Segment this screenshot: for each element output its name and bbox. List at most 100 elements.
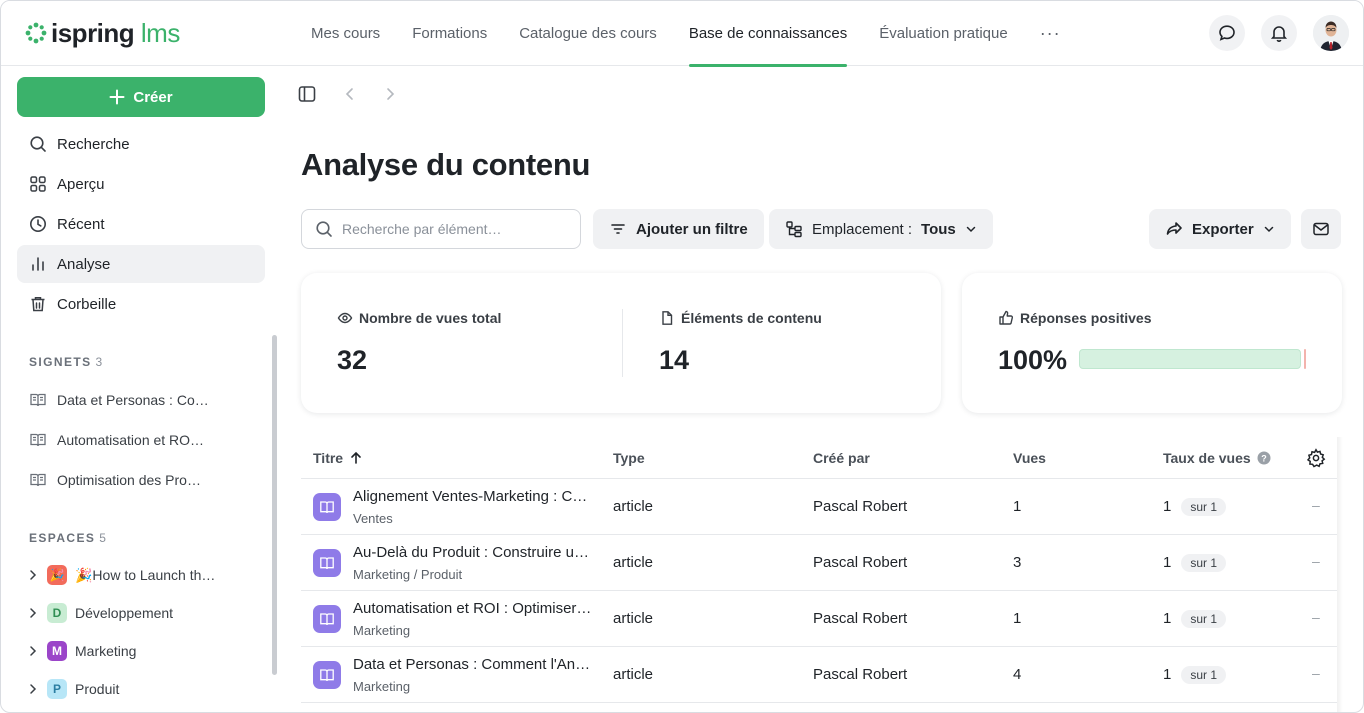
sidebar-item-apercu[interactable]: Aperçu [17, 165, 265, 203]
eye-icon [337, 312, 353, 324]
sidebar-item-analyse[interactable]: Analyse [17, 245, 265, 283]
avatar[interactable] [1313, 15, 1349, 51]
folder-tree-icon [786, 221, 802, 238]
space-item-marketing[interactable]: M Marketing [27, 640, 136, 662]
rate-total-badge: sur 1 [1181, 666, 1227, 684]
table-row[interactable]: Automatisation et ROI : Optimiser … Mark… [301, 591, 1337, 647]
nav-formations[interactable]: Formations [396, 1, 503, 66]
row-author: Pascal Robert [813, 610, 908, 627]
party-popper-icon: 🎉 [47, 565, 67, 585]
views-stat-label: Nombre de vues total [337, 310, 501, 326]
sidebar-item-recent[interactable]: Récent [17, 205, 265, 243]
column-views[interactable]: Vues [1013, 450, 1046, 466]
rate-total-badge: sur 1 [1181, 610, 1227, 628]
sort-ascending-icon [351, 451, 361, 464]
row-title[interactable]: Alignement Ventes-Marketing : C… [353, 488, 593, 505]
sidebar-item-label: Récent [57, 215, 105, 233]
sidebar-toggle-icon[interactable] [297, 84, 317, 104]
row-title[interactable]: Automatisation et ROI : Optimiser … [353, 600, 593, 617]
stats-card: Nombre de vues total 32 Éléments de cont… [301, 273, 941, 413]
row-type: article [613, 610, 654, 627]
book-icon [30, 433, 46, 447]
top-actions [1209, 15, 1349, 51]
row-type: article [613, 666, 654, 683]
column-view-rate[interactable]: Taux de vues ? [1163, 450, 1271, 466]
row-title[interactable]: Au-Delà du Produit : Construire un… [353, 544, 593, 561]
sidebar-item-label: Recherche [57, 135, 130, 153]
space-badge: M [47, 641, 67, 661]
sidebar-menu: Recherche Aperçu Récent Analyse Corbeill… [17, 125, 265, 325]
row-type: article [613, 554, 654, 571]
nav-evaluation-pratique[interactable]: Évaluation pratique [863, 1, 1023, 66]
chevron-right-icon[interactable] [383, 87, 397, 101]
add-filter-label: Ajouter un filtre [636, 220, 748, 238]
location-dropdown[interactable]: Emplacement : Tous [769, 209, 993, 249]
bookmark-item[interactable]: Optimisation des Pro… [29, 470, 201, 490]
chevron-right-icon[interactable] [27, 607, 39, 619]
create-button[interactable]: Créer [17, 77, 265, 117]
chevron-right-icon[interactable] [27, 645, 39, 657]
column-type[interactable]: Type [613, 450, 645, 466]
row-author: Pascal Robert [813, 666, 908, 683]
email-report-button[interactable] [1301, 209, 1341, 249]
nav-base-connaissances[interactable]: Base de connaissances [673, 1, 863, 67]
table-row[interactable]: Au-Delà du Produit : Construire un… Mark… [301, 535, 1337, 591]
filter-icon [611, 224, 625, 234]
bookmark-item[interactable]: Automatisation et RO… [29, 430, 204, 450]
row-location: Ventes [353, 511, 393, 526]
sidebar-item-recherche[interactable]: Recherche [17, 125, 265, 163]
items-stat-label: Éléments de contenu [659, 310, 822, 326]
space-label: Développement [75, 605, 174, 621]
nav-catalogue[interactable]: Catalogue des cours [503, 1, 673, 66]
space-item-developpement[interactable]: D Développement [27, 602, 173, 624]
chat-button[interactable] [1209, 15, 1245, 51]
search-input[interactable] [342, 221, 562, 237]
column-title[interactable]: Titre [313, 450, 363, 466]
add-filter-button[interactable]: Ajouter un filtre [593, 209, 764, 249]
row-author: Pascal Robert [813, 498, 908, 515]
row-views: 3 [1013, 554, 1022, 571]
logo[interactable]: ispring lms [25, 18, 180, 48]
settings-gear-icon[interactable] [1306, 448, 1326, 468]
bell-icon [1270, 26, 1288, 42]
row-type: article [613, 498, 654, 515]
book-icon [30, 473, 46, 487]
search-box[interactable] [301, 209, 581, 249]
more-menu-icon[interactable]: ··· [1024, 1, 1077, 66]
space-badge: D [47, 603, 67, 623]
sidebar-item-label: Analyse [57, 255, 111, 273]
chevron-down-icon [966, 226, 976, 233]
trash-icon [31, 297, 45, 312]
rate-total-badge: sur 1 [1181, 554, 1227, 572]
search-icon [30, 136, 46, 152]
row-views: 1 [1013, 498, 1022, 515]
article-icon [313, 549, 341, 577]
column-created-by[interactable]: Créé par [813, 450, 870, 466]
share-arrow-icon [1166, 222, 1182, 235]
notifications-button[interactable] [1261, 15, 1297, 51]
table-row[interactable]: Data et Personas : Comment l'An… Marketi… [301, 647, 1337, 703]
svg-text:?: ? [1261, 454, 1267, 464]
chevron-right-icon[interactable] [27, 569, 39, 581]
location-value: Tous [921, 220, 956, 238]
chevron-right-icon[interactable] [27, 683, 39, 695]
bookmark-item[interactable]: Data et Personas : Co… [29, 390, 209, 410]
create-button-label: Créer [133, 88, 173, 106]
help-icon[interactable]: ? [1257, 451, 1271, 465]
positive-progress-bar [1079, 349, 1301, 369]
file-icon [662, 311, 673, 325]
search-icon [316, 221, 332, 237]
chevron-left-icon[interactable] [343, 87, 357, 101]
sidebar-item-corbeille[interactable]: Corbeille [17, 285, 265, 323]
export-button[interactable]: Exporter [1149, 209, 1291, 249]
space-item-produit[interactable]: P Produit [27, 678, 119, 700]
row-views: 1 [1013, 610, 1022, 627]
space-label: Produit [75, 681, 120, 697]
table-row[interactable]: Alignement Ventes-Marketing : C… Ventes … [301, 479, 1337, 535]
spaces-count: 5 [99, 531, 106, 545]
row-title[interactable]: Data et Personas : Comment l'An… [353, 656, 593, 673]
page-title: Analyse du contenu [301, 147, 591, 182]
sidebar-scrollbar[interactable] [272, 335, 277, 675]
nav-mes-cours[interactable]: Mes cours [295, 1, 396, 66]
space-item-launch[interactable]: 🎉 🎉How to Launch th… [27, 564, 215, 586]
